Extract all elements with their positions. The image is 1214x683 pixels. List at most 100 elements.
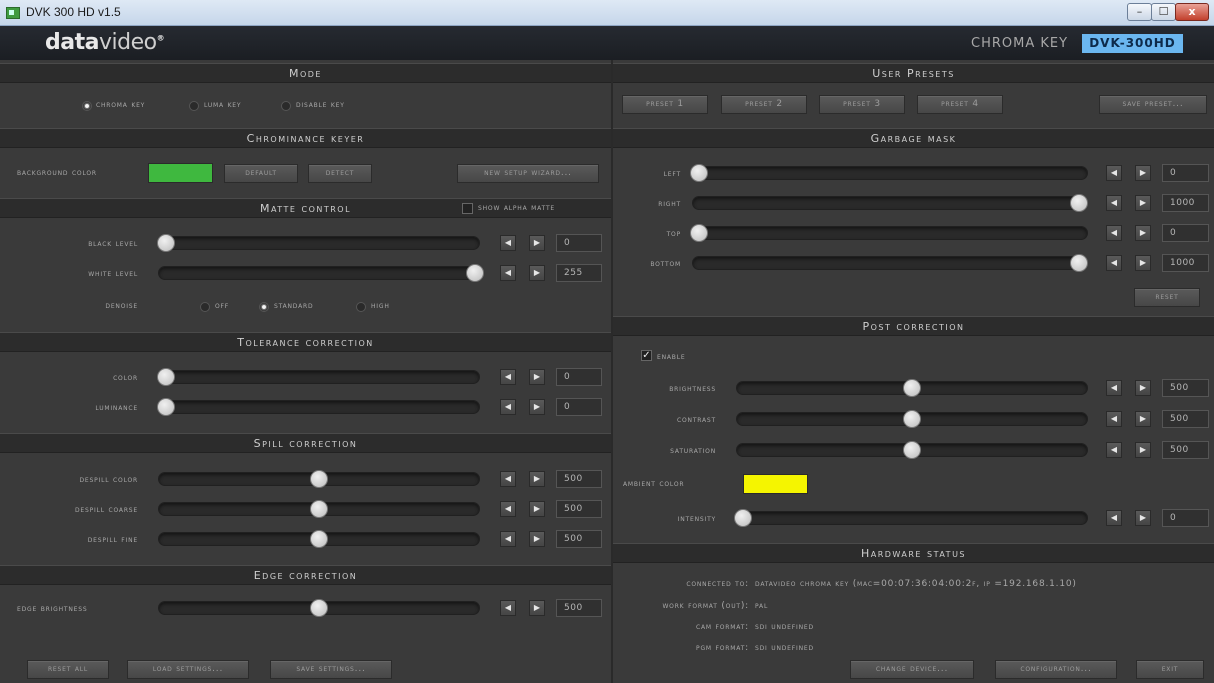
change-device-button[interactable]: Change device... [850,660,974,679]
garbage-top-knob[interactable] [690,224,708,242]
garbage-bottom-value[interactable]: 1000 [1162,254,1209,272]
tolerance-color-increment[interactable]: ▶ [529,369,545,385]
tolerance-luminance-increment[interactable]: ▶ [529,399,545,415]
configuration-button[interactable]: Configuration... [995,660,1117,679]
detect-button[interactable]: Detect [308,164,372,183]
despill-coarse-increment[interactable]: ▶ [529,501,545,517]
tolerance-luminance-knob[interactable] [157,398,175,416]
garbage-right-slider[interactable] [692,196,1088,210]
show-alpha-matte-checkbox[interactable] [462,203,473,214]
save-preset-button[interactable]: Save preset... [1099,95,1207,114]
contrast-value[interactable]: 500 [1162,410,1209,428]
brightness-decrement[interactable]: ◀ [1106,380,1122,396]
saturation-knob[interactable] [903,441,921,459]
despill-color-value[interactable]: 500 [556,470,602,488]
saturation-increment[interactable]: ▶ [1135,442,1151,458]
garbage-reset-button[interactable]: Reset [1134,288,1200,307]
despill-fine-value[interactable]: 500 [556,530,602,548]
despill-fine-decrement[interactable]: ◀ [500,531,516,547]
new-setup-wizard-button[interactable]: New setup wizard... [457,164,599,183]
white-level-knob[interactable] [466,264,484,282]
brightness-increment[interactable]: ▶ [1135,380,1151,396]
tolerance-color-value[interactable]: 0 [556,368,602,386]
garbage-right-knob[interactable] [1070,194,1088,212]
contrast-knob[interactable] [903,410,921,428]
garbage-bottom-increment[interactable]: ▶ [1135,255,1151,271]
black-level-value[interactable]: 0 [556,234,602,252]
close-button[interactable]: x [1175,3,1209,21]
mode-disable-radio[interactable] [281,101,291,111]
garbage-right-increment[interactable]: ▶ [1135,195,1151,211]
brightness-knob[interactable] [903,379,921,397]
post-enable-checkbox[interactable]: ✓ [641,350,652,361]
intensity-increment[interactable]: ▶ [1135,510,1151,526]
garbage-bottom-slider[interactable] [692,256,1088,270]
preset-3-button[interactable]: Preset 3 [819,95,905,114]
contrast-decrement[interactable]: ◀ [1106,411,1122,427]
saturation-decrement[interactable]: ◀ [1106,442,1122,458]
black-level-increment[interactable]: ▶ [529,235,545,251]
garbage-left-value[interactable]: 0 [1162,164,1209,182]
black-level-knob[interactable] [157,234,175,252]
garbage-top-decrement[interactable]: ◀ [1106,225,1122,241]
garbage-bottom-decrement[interactable]: ◀ [1106,255,1122,271]
garbage-right-decrement[interactable]: ◀ [1106,195,1122,211]
tolerance-luminance-slider[interactable] [158,400,480,414]
white-level-value[interactable]: 255 [556,264,602,282]
tolerance-color-knob[interactable] [157,368,175,386]
garbage-top-slider[interactable] [692,226,1088,240]
edge-brightness-increment[interactable]: ▶ [529,600,545,616]
maximize-button[interactable]: ☐ [1151,3,1176,21]
garbage-top-increment[interactable]: ▶ [1135,225,1151,241]
preset-1-button[interactable]: Preset 1 [622,95,708,114]
garbage-left-knob[interactable] [690,164,708,182]
despill-color-decrement[interactable]: ◀ [500,471,516,487]
intensity-knob[interactable] [734,509,752,527]
intensity-slider[interactable] [736,511,1088,525]
intensity-decrement[interactable]: ◀ [1106,510,1122,526]
brightness-value[interactable]: 500 [1162,379,1209,397]
garbage-left-decrement[interactable]: ◀ [1106,165,1122,181]
edge-brightness-decrement[interactable]: ◀ [500,600,516,616]
despill-color-knob[interactable] [310,470,328,488]
intensity-value[interactable]: 0 [1162,509,1209,527]
garbage-right-value[interactable]: 1000 [1162,194,1209,212]
reset-all-button[interactable]: Reset all [27,660,109,679]
contrast-increment[interactable]: ▶ [1135,411,1151,427]
edge-brightness-knob[interactable] [310,599,328,617]
despill-fine-increment[interactable]: ▶ [529,531,545,547]
denoise-off-radio[interactable] [200,302,210,312]
white-level-increment[interactable]: ▶ [529,265,545,281]
load-settings-button[interactable]: Load settings... [127,660,249,679]
white-level-slider[interactable] [158,266,480,280]
despill-coarse-knob[interactable] [310,500,328,518]
mode-luma-radio[interactable] [189,101,199,111]
tolerance-luminance-value[interactable]: 0 [556,398,602,416]
garbage-top-value[interactable]: 0 [1162,224,1209,242]
denoise-standard-radio[interactable] [259,302,269,312]
garbage-left-slider[interactable] [692,166,1088,180]
minimize-button[interactable]: – [1127,3,1152,21]
despill-coarse-decrement[interactable]: ◀ [500,501,516,517]
saturation-value[interactable]: 500 [1162,441,1209,459]
garbage-bottom-knob[interactable] [1070,254,1088,272]
tolerance-color-slider[interactable] [158,370,480,384]
despill-color-increment[interactable]: ▶ [529,471,545,487]
tolerance-luminance-decrement[interactable]: ◀ [500,399,516,415]
background-color-swatch[interactable] [148,163,213,183]
preset-4-button[interactable]: Preset 4 [917,95,1003,114]
black-level-decrement[interactable]: ◀ [500,235,516,251]
exit-button[interactable]: Exit [1136,660,1204,679]
default-button[interactable]: Default [224,164,298,183]
white-level-decrement[interactable]: ◀ [500,265,516,281]
save-settings-button[interactable]: Save settings... [270,660,392,679]
despill-coarse-value[interactable]: 500 [556,500,602,518]
preset-2-button[interactable]: Preset 2 [721,95,807,114]
black-level-slider[interactable] [158,236,480,250]
ambient-color-swatch[interactable] [743,474,808,494]
tolerance-color-decrement[interactable]: ◀ [500,369,516,385]
garbage-left-increment[interactable]: ▶ [1135,165,1151,181]
edge-brightness-value[interactable]: 500 [556,599,602,617]
mode-chroma-radio[interactable] [82,101,92,111]
denoise-high-radio[interactable] [356,302,366,312]
